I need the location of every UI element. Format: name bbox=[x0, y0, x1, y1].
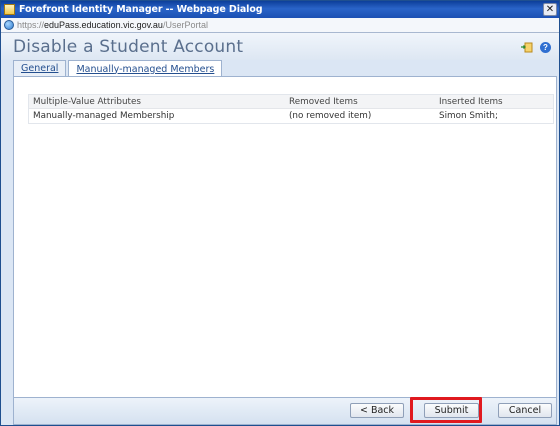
table-row: Manually-managed Membership (no removed … bbox=[29, 109, 553, 123]
tab-strip: General Manually-managed Members bbox=[13, 60, 224, 77]
tab-content: Multiple-Value Attributes Removed Items … bbox=[13, 76, 557, 398]
attribute-name-cell: Manually-managed Membership bbox=[33, 111, 175, 121]
globe-icon bbox=[4, 20, 14, 30]
window-title: Forefront Identity Manager -- Webpage Di… bbox=[19, 4, 263, 15]
tab-general[interactable]: General bbox=[13, 60, 67, 76]
submit-button[interactable]: Submit bbox=[424, 403, 479, 418]
removed-items-cell: (no removed item) bbox=[289, 111, 372, 121]
url-path: /UserPortal bbox=[162, 20, 208, 30]
column-header: Removed Items bbox=[289, 96, 358, 107]
url-protocol: https:// bbox=[17, 20, 45, 30]
dialog-footer: < Back Submit Cancel bbox=[13, 397, 557, 425]
title-bar[interactable]: Forefront Identity Manager -- Webpage Di… bbox=[1, 1, 559, 18]
inserted-items-cell: Simon Smith; bbox=[439, 111, 498, 121]
column-header: Multiple-Value Attributes bbox=[33, 96, 141, 107]
url-host: eduPass.education.vic.gov.au bbox=[44, 20, 163, 30]
attributes-table: Multiple-Value Attributes Removed Items … bbox=[28, 94, 554, 124]
tab-manually-managed-members[interactable]: Manually-managed Members bbox=[68, 60, 223, 77]
help-icon[interactable]: ? bbox=[540, 42, 551, 53]
table-header-row: Multiple-Value Attributes Removed Items … bbox=[29, 95, 553, 109]
address-bar: https:// eduPass.education.vic.gov.au /U… bbox=[1, 18, 559, 33]
export-icon[interactable] bbox=[521, 42, 533, 53]
dialog-window: Forefront Identity Manager -- Webpage Di… bbox=[0, 0, 560, 426]
cancel-button[interactable]: Cancel bbox=[498, 403, 552, 418]
page-header: Disable a Student Account ? bbox=[1, 33, 559, 60]
close-icon[interactable]: ✕ bbox=[543, 3, 557, 16]
app-icon bbox=[4, 4, 15, 15]
column-header: Inserted Items bbox=[439, 96, 503, 107]
back-button[interactable]: < Back bbox=[350, 403, 404, 418]
page-title: Disable a Student Account bbox=[13, 37, 244, 57]
